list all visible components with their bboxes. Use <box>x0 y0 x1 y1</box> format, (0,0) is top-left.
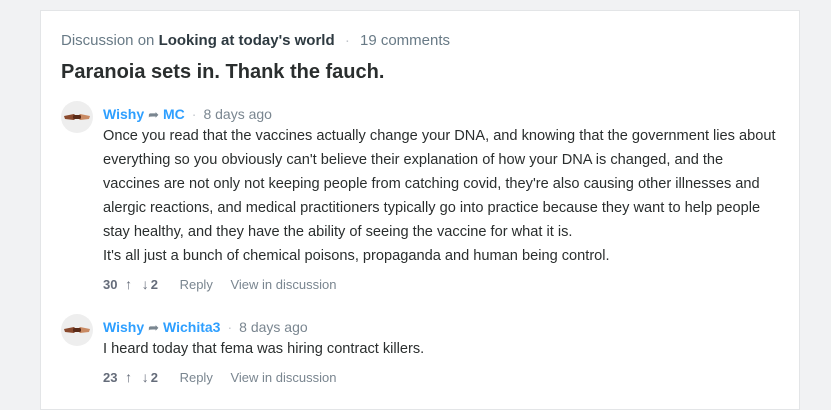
discussion-card: Discussion on Looking at today's world ·… <box>40 10 800 410</box>
downvote-count: 2 <box>150 370 158 385</box>
separator-dot: · <box>344 32 350 49</box>
separator-dot: · <box>227 319 233 335</box>
reply-target-link[interactable]: Wichita3 <box>163 319 220 335</box>
upvote-count: 30 <box>103 277 118 292</box>
comment-footer: 23 ↑ ↓ 2 Reply View in discussion <box>103 367 779 387</box>
upvote-count: 23 <box>103 370 118 385</box>
arrow-up-icon[interactable]: ↑ <box>125 367 132 387</box>
comment-text: Once you read that the vaccines actually… <box>103 124 779 268</box>
author-link[interactable]: Wishy <box>103 106 144 122</box>
comment-count[interactable]: 19 comments <box>360 32 450 49</box>
arrow-up-icon[interactable]: ↑ <box>125 274 132 294</box>
thread-title-link[interactable]: Looking at today's world <box>159 32 335 49</box>
avatar-handshake-icon[interactable] <box>61 101 93 133</box>
discussion-header: Discussion on Looking at today's world ·… <box>61 32 450 49</box>
reply-target-link[interactable]: MC <box>163 106 185 122</box>
timestamp-link[interactable]: 8 days ago <box>239 319 308 335</box>
comment-paragraph: Once you read that the vaccines actually… <box>103 128 776 240</box>
reply-arrow-icon: ➦ <box>148 320 160 335</box>
author-link[interactable]: Wishy <box>103 319 144 335</box>
arrow-down-icon[interactable]: ↓ <box>142 367 149 387</box>
separator-dot: · <box>191 106 197 122</box>
discussion-prefix: Discussion on <box>61 32 155 49</box>
timestamp-link[interactable]: 8 days ago <box>203 106 272 122</box>
comment-paragraph: It's all just a bunch of chemical poison… <box>103 248 610 264</box>
comment-meta: Wishy ➦ Wichita3 · 8 days ago <box>103 317 779 337</box>
arrow-down-icon[interactable]: ↓ <box>142 274 149 294</box>
view-in-discussion-link[interactable]: View in discussion <box>230 368 336 388</box>
comment-text: I heard today that fema was hiring contr… <box>103 337 779 361</box>
avatar-handshake-icon[interactable] <box>61 314 93 346</box>
comment-footer: 30 ↑ ↓ 2 Reply View in discussion <box>103 274 779 294</box>
comment-body: Wishy ➦ Wichita3 · 8 days ago I heard today … <box>103 314 779 387</box>
comment-paragraph: I heard today that fema was hiring contr… <box>103 341 425 357</box>
downvote-count: 2 <box>150 277 158 292</box>
comment-meta: Wishy ➦ MC · 8 days ago <box>103 104 779 124</box>
reply-arrow-icon: ➦ <box>148 107 160 122</box>
reply-button[interactable]: Reply <box>180 275 213 295</box>
reply-button[interactable]: Reply <box>180 368 213 388</box>
view-in-discussion-link[interactable]: View in discussion <box>230 275 336 295</box>
post-title[interactable]: Paranoia sets in. Thank the fauch. <box>61 61 384 84</box>
comment-body: Wishy ➦ MC · 8 days ago Once you read that t… <box>103 101 779 294</box>
